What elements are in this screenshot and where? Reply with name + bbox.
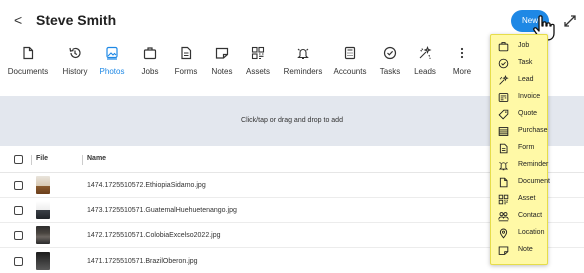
name-column-header[interactable]: Name: [87, 155, 106, 162]
file-name[interactable]: 1471.1725510571.BrazilOberon.jpg: [87, 258, 198, 265]
tab-label: Photos: [99, 67, 125, 76]
tab-leads[interactable]: Leads: [412, 44, 438, 94]
new-item-menu: Job Task Lead Invoice Quote Purchase For…: [490, 34, 550, 265]
file-name[interactable]: 1472.1725510571.ColobiaExcelso2022.jpg: [87, 232, 221, 239]
form-icon: [181, 46, 192, 60]
file-name[interactable]: 1474.1725510572.EthiopiaSidamo.jpg: [87, 182, 206, 189]
invoice-icon: [498, 93, 509, 102]
note-icon: [498, 246, 509, 255]
photo-icon: [106, 46, 118, 60]
menu-item-label: Lead: [518, 76, 534, 83]
tab-label: Documents: [7, 67, 49, 76]
back-button[interactable]: <: [14, 12, 22, 28]
file-column-header: File: [36, 155, 49, 162]
menu-item-label: Contact: [518, 212, 543, 219]
menu-item-lead[interactable]: Lead: [491, 73, 549, 89]
menu-item-label: Quote: [518, 110, 538, 117]
contact-icon: [498, 212, 509, 222]
row-checkbox[interactable]: [14, 206, 23, 215]
bell-icon: [498, 162, 509, 171]
menu-item-form[interactable]: Form: [491, 141, 549, 157]
tab-label: Tasks: [379, 67, 401, 76]
calculator-icon: [344, 46, 356, 60]
menu-item-contact[interactable]: Contact: [491, 209, 549, 225]
menu-item-label: Asset: [518, 195, 536, 202]
note-icon: [215, 47, 229, 59]
more-vertical-icon: [460, 47, 464, 59]
file-name[interactable]: 1473.1725510571.GuatemalHuehuetenango.jp…: [87, 207, 237, 214]
document-icon: [23, 46, 34, 60]
tab-documents[interactable]: Documents: [4, 44, 52, 94]
row-checkbox[interactable]: [14, 181, 23, 190]
expand-icon[interactable]: [563, 14, 577, 28]
tab-label: History: [62, 67, 88, 76]
purchase-icon: [498, 127, 509, 136]
menu-item-job[interactable]: Job: [491, 39, 549, 55]
menu-item-label: Invoice: [518, 93, 541, 100]
sparkle-icon: [419, 46, 432, 59]
tab-label: Notes: [211, 67, 233, 76]
select-all-checkbox[interactable]: [14, 155, 23, 164]
menu-item-label: Form: [518, 144, 535, 151]
menu-item-label: Reminder: [518, 161, 549, 168]
tag-icon: [498, 109, 509, 120]
row-checkbox[interactable]: [14, 231, 23, 240]
photo-thumbnail[interactable]: [36, 226, 50, 244]
menu-item-asset[interactable]: Asset: [491, 192, 549, 208]
asset-icon: [251, 46, 265, 60]
tab-tasks[interactable]: Tasks: [378, 44, 402, 94]
photo-thumbnail[interactable]: [36, 201, 50, 219]
menu-item-document[interactable]: Document: [491, 175, 550, 191]
briefcase-icon: [143, 47, 157, 60]
menu-item-label: Job: [518, 42, 530, 49]
menu-item-quote[interactable]: Quote: [491, 107, 549, 123]
form-icon: [499, 143, 508, 154]
check-circle-icon: [383, 46, 397, 60]
menu-item-invoice[interactable]: Invoice: [491, 90, 549, 106]
sparkle-icon: [499, 75, 509, 85]
tab-label: More: [452, 67, 472, 76]
location-pin-icon: [499, 228, 508, 239]
menu-item-purchase[interactable]: Purchase: [491, 124, 549, 140]
asset-icon: [498, 194, 509, 205]
tab-history[interactable]: History: [58, 44, 92, 94]
tab-assets[interactable]: Assets: [244, 44, 272, 94]
tab-accounts[interactable]: Accounts: [332, 44, 368, 94]
column-divider: [82, 155, 83, 165]
menu-item-label: Purchase: [518, 127, 548, 134]
tab-notes[interactable]: Notes: [208, 44, 236, 94]
tab-label: Accounts: [333, 67, 367, 76]
tab-label: Forms: [174, 67, 198, 76]
bell-icon: [297, 48, 309, 60]
menu-item-label: Document: [518, 178, 550, 185]
menu-item-label: Note: [518, 246, 533, 253]
column-divider: [31, 155, 32, 165]
history-icon: [69, 47, 81, 59]
menu-item-note[interactable]: Note: [491, 243, 549, 259]
menu-item-location[interactable]: Location: [491, 226, 549, 242]
menu-item-label: Task: [518, 59, 533, 66]
tab-more[interactable]: More: [450, 44, 474, 94]
tab-label: Jobs: [141, 67, 159, 76]
tab-forms[interactable]: Forms: [172, 44, 200, 94]
check-circle-icon: [498, 58, 509, 69]
tab-label: Leads: [414, 67, 436, 76]
row-checkbox[interactable]: [14, 257, 23, 266]
page-title: Steve Smith: [36, 12, 117, 28]
tab-jobs[interactable]: Jobs: [136, 44, 164, 94]
menu-item-reminder[interactable]: Reminder: [491, 158, 549, 174]
photo-thumbnail[interactable]: [36, 252, 50, 270]
tab-reminders[interactable]: Reminders: [282, 44, 324, 94]
tab-label: Assets: [245, 67, 270, 76]
document-icon: [499, 177, 508, 188]
tab-photos[interactable]: Photos: [98, 44, 126, 94]
menu-item-task[interactable]: Task: [491, 56, 549, 72]
tab-bar: Documents History Photos Jobs Forms Note…: [0, 44, 490, 94]
photo-thumbnail[interactable]: [36, 176, 50, 194]
tab-label: Reminders: [283, 67, 323, 76]
briefcase-icon: [498, 42, 509, 52]
menu-item-label: Location: [518, 229, 545, 236]
